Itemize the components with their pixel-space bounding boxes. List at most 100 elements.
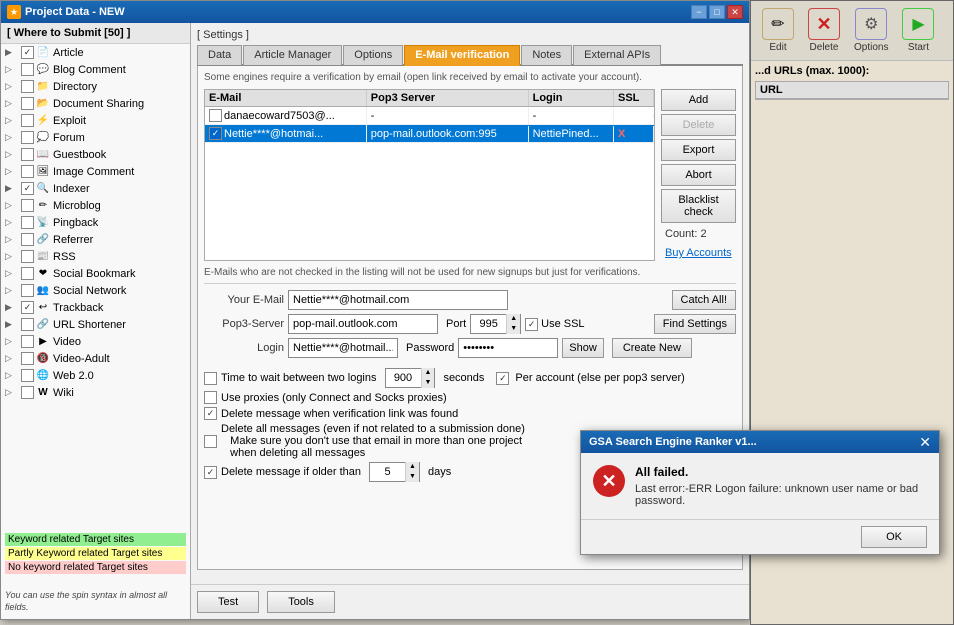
sidebar-item-social-bookmark[interactable]: ▷ ❤ Social Bookmark [1,265,190,282]
find-settings-button[interactable]: Find Settings [654,314,736,334]
tools-button[interactable]: Tools [267,591,335,613]
port-spinner[interactable]: 995 ▲ ▼ [470,314,521,334]
tab-options[interactable]: Options [343,45,403,65]
delete-found-checkbox[interactable] [204,407,217,420]
sidebar-item-web20[interactable]: ▷ 🌐 Web 2.0 [1,367,190,384]
edit-toolbar-button[interactable]: ✏ Edit [757,5,799,56]
sidebar-item-blog-comment[interactable]: ▷ 💬 Blog Comment [1,61,190,78]
start-toolbar-button[interactable]: ▶ Start [897,5,939,56]
dialog-close-button[interactable]: ✕ [919,435,931,449]
options-toolbar-button[interactable]: ⚙ Options [849,5,893,56]
delete-older-spinner[interactable]: 5 ▲ ▼ [369,462,420,482]
sidebar-label-trackback: Trackback [53,302,103,314]
blacklist-check-button[interactable]: Blacklist check [661,189,736,223]
checkbox-rss[interactable] [21,250,34,263]
email-row-1[interactable]: danaecoward7503@... - - [205,107,654,125]
checkbox-social-bookmark[interactable] [21,267,34,280]
tab-notes[interactable]: Notes [521,45,572,65]
time-wait-up[interactable]: ▲ [422,368,435,378]
maximize-button[interactable]: □ [709,5,725,19]
checkbox-social-network[interactable] [21,284,34,297]
sidebar-item-rss[interactable]: ▷ 📰 RSS [1,248,190,265]
sidebar-item-url-shortener[interactable]: ▶ 🔗 URL Shortener [1,316,190,333]
abort-button[interactable]: Abort [661,164,736,186]
sidebar-item-directory[interactable]: ▷ 📁 Directory [1,78,190,95]
checkbox-exploit[interactable] [21,114,34,127]
checkbox-guestbook[interactable] [21,148,34,161]
export-button[interactable]: Export [661,139,736,161]
use-ssl-checkbox[interactable] [525,318,538,331]
expander-icon: ▷ [5,268,21,279]
checkbox-indexer[interactable] [21,182,34,195]
expander-icon: ▷ [5,115,21,126]
show-button[interactable]: Show [562,338,604,358]
sidebar-item-document-sharing[interactable]: ▷ 📂 Document Sharing [1,95,190,112]
row-checkbox-1[interactable] [209,109,222,122]
spinner-down[interactable]: ▼ [507,324,520,334]
email-cell-ssl-2: X [614,126,654,142]
tab-data[interactable]: Data [197,45,242,65]
checkbox-url-shortener[interactable] [21,318,34,331]
time-wait-spinner[interactable]: 900 ▲ ▼ [385,368,436,388]
sidebar-item-video-adult[interactable]: ▷ 🔞 Video-Adult [1,350,190,367]
close-button[interactable]: ✕ [727,5,743,19]
checkbox-trackback[interactable] [21,301,34,314]
test-button[interactable]: Test [197,591,259,613]
checkbox-directory[interactable] [21,80,34,93]
checkbox-video-adult[interactable] [21,352,34,365]
buy-accounts-link[interactable]: Buy Accounts [661,245,736,261]
checkbox-article[interactable] [21,46,34,59]
sidebar-item-article[interactable]: ▶ 📄 Article [1,44,190,61]
row-checkbox-2[interactable]: ✓ [209,127,222,140]
expander-icon: ▶ [5,302,21,313]
checkbox-document-sharing[interactable] [21,97,34,110]
sidebar-item-trackback[interactable]: ▶ ↩ Trackback [1,299,190,316]
pop3-input[interactable] [288,314,438,334]
sidebar-item-social-network[interactable]: ▷ 👥 Social Network [1,282,190,299]
per-account-checkbox[interactable] [496,372,509,385]
ok-button[interactable]: OK [861,526,927,548]
email-row-2[interactable]: ✓ Nettie****@hotmai... pop-mail.outlook.… [205,125,654,143]
sidebar-item-forum[interactable]: ▷ 💭 Forum [1,129,190,146]
time-wait-checkbox[interactable] [204,372,217,385]
checkbox-pingback[interactable] [21,216,34,229]
create-new-button[interactable]: Create New [612,338,692,358]
tab-external-apis[interactable]: External APIs [573,45,661,65]
sidebar-item-microblog[interactable]: ▷ ✏ Microblog [1,197,190,214]
checkbox-microblog[interactable] [21,199,34,212]
sidebar-item-image-comment[interactable]: ▷ 🖼 Image Comment [1,163,190,180]
password-input[interactable] [458,338,558,358]
sidebar-item-video[interactable]: ▷ ▶ Video [1,333,190,350]
catch-all-button[interactable]: Catch All! [672,290,736,310]
your-email-input[interactable] [288,290,508,310]
sidebar-item-indexer[interactable]: ▶ 🔍 Indexer [1,180,190,197]
sidebar-item-referrer[interactable]: ▷ 🔗 Referrer [1,231,190,248]
checkbox-wiki[interactable] [21,386,34,399]
checkbox-blog-comment[interactable] [21,63,34,76]
sidebar-item-guestbook[interactable]: ▷ 📖 Guestbook [1,146,190,163]
login-input[interactable] [288,338,398,358]
delete-older-down[interactable]: ▼ [406,472,419,482]
sidebar-item-wiki[interactable]: ▷ W Wiki [1,384,190,401]
add-button[interactable]: Add [661,89,736,111]
checkbox-forum[interactable] [21,131,34,144]
delete-all-checkbox[interactable] [204,435,217,448]
checkbox-referrer[interactable] [21,233,34,246]
sidebar-item-exploit[interactable]: ▷ ⚡ Exploit [1,112,190,129]
sidebar-item-pingback[interactable]: ▷ 📡 Pingback [1,214,190,231]
checkbox-video[interactable] [21,335,34,348]
checkbox-image-comment[interactable] [21,165,34,178]
spinner-up[interactable]: ▲ [507,314,520,324]
tab-article-manager[interactable]: Article Manager [243,45,342,65]
minimize-button[interactable]: − [691,5,707,19]
use-ssl-label[interactable]: Use SSL [525,318,584,331]
tab-email-verification[interactable]: E-Mail verification [404,45,520,66]
checkbox-web20[interactable] [21,369,34,382]
time-wait-down[interactable]: ▼ [422,378,435,388]
proxies-checkbox[interactable] [204,391,217,404]
delete-older-checkbox[interactable] [204,466,217,479]
email-cell-email-2: ✓ Nettie****@hotmai... [205,125,367,142]
delete-older-up[interactable]: ▲ [406,462,419,472]
delete-button[interactable]: Delete [661,114,736,136]
delete-toolbar-button[interactable]: ✕ Delete [803,5,845,56]
